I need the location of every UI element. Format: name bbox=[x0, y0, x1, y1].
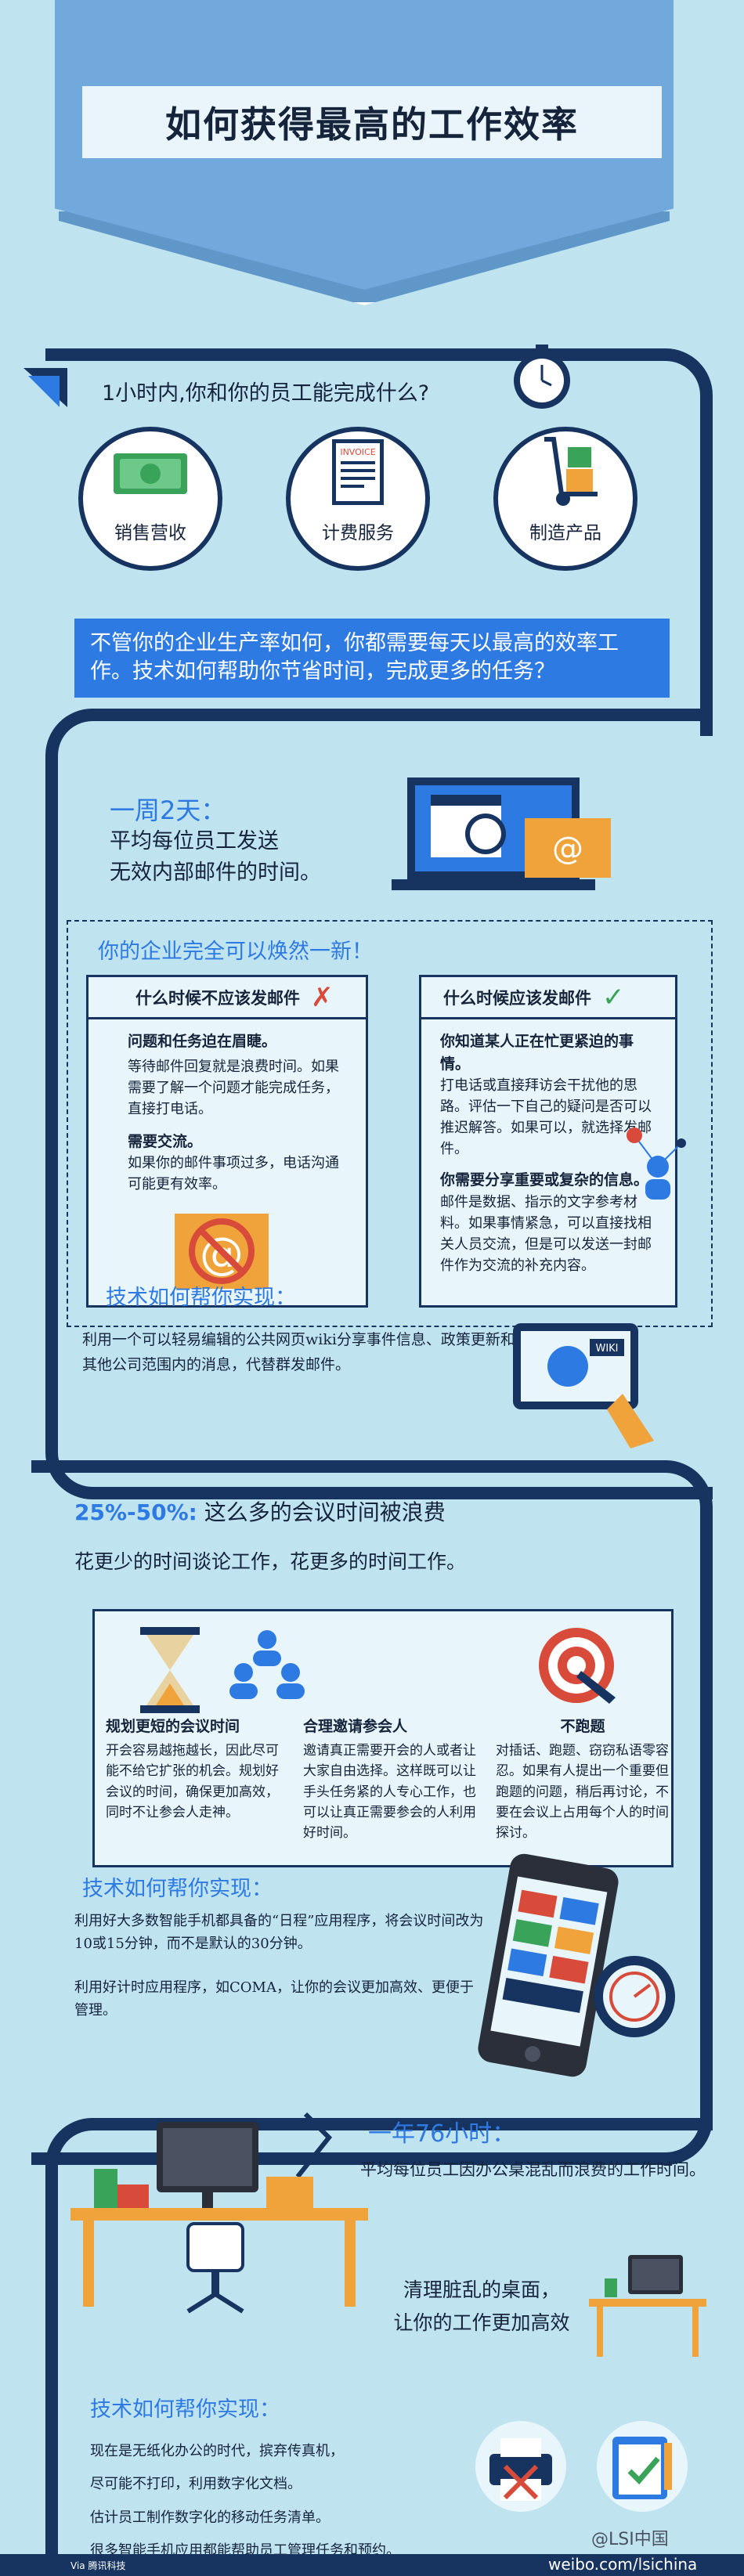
section3-tech-p1: 利用好大多数智能手机都具备的“日程”应用程序，将会议时间改为10或15分钟，而不… bbox=[74, 1913, 484, 1952]
circle-label: 计费服务 bbox=[322, 523, 394, 543]
hand-truck-icon bbox=[544, 437, 598, 506]
source-credit: Via 腾讯科技 bbox=[70, 2560, 126, 2571]
when-yes-title: 什么时候应该发邮件 bbox=[443, 988, 591, 1008]
invoice-icon: INVOICE bbox=[332, 439, 384, 505]
meeting-col-text: 对插话、跑题、窃窃私语零容忍。如果有人提出一个重要但跑题的问题，稍后再讨论，不要… bbox=[496, 1743, 669, 1842]
invoice-text: INVOICE bbox=[340, 447, 375, 457]
section3-sub: 花更少的时间谈论工作，花更多的时间工作。 bbox=[74, 1550, 467, 1573]
money-icon bbox=[114, 453, 187, 494]
hourglass-icon bbox=[140, 1627, 200, 1716]
timer-icon bbox=[591, 1954, 677, 2040]
clock-icon bbox=[509, 345, 575, 410]
network-icon bbox=[619, 1120, 697, 1214]
tablet-wiki-icon: WIKI bbox=[513, 1323, 662, 1449]
meeting-col-1: 规划更短的会议时间 开会容易越拖越长，因此尽可能不给它扩张的机会。规划好会议的时… bbox=[106, 1715, 286, 1823]
no-printer-icon bbox=[474, 2419, 568, 2513]
when-not-p2: 如果你的邮件事项过多，电话沟通可能更有效率。 bbox=[128, 1155, 339, 1192]
circle-manufacturing: 制造产品 bbox=[493, 427, 637, 571]
wiki-text: WIKI bbox=[595, 1343, 618, 1355]
when-not-p1-title: 问题和任务迫在眉睫。 bbox=[128, 1033, 277, 1050]
title-bar: 如何获得最高的工作效率 bbox=[82, 86, 662, 158]
meeting-col-3: 不跑题 对插话、跑题、窃窃私语零容忍。如果有人提出一个重要但跑题的问题，稍后再讨… bbox=[496, 1715, 670, 1844]
watermark-url: weibo.com/lsichina bbox=[548, 2555, 698, 2574]
messy-desk-icon bbox=[70, 2106, 368, 2318]
page-title: 如何获得最高的工作效率 bbox=[165, 103, 579, 146]
ribbon-stripe bbox=[28, 376, 60, 407]
section3-heading-rest: 这么多的会议时间被浪费 bbox=[197, 1499, 446, 1525]
section4-tech-heading: 技术如何帮你实现： bbox=[90, 2397, 280, 2422]
section3-heading: 25%-50%: 这么多的会议时间被浪费 bbox=[74, 1495, 446, 1527]
when-not-title: 什么时候不应该发邮件 bbox=[135, 988, 300, 1008]
section1-summary: 不管你的企业生产率如何，你都需要每天以最高的效率工作。技术如何帮助你节省时间，完… bbox=[74, 619, 670, 698]
section2-tech-text: 利用一个可以轻易编辑的公共网页wiki分享事件信息、政策更新和其他公司范围内的消… bbox=[82, 1331, 515, 1374]
section3-tech-heading: 技术如何帮你实现： bbox=[82, 1877, 273, 1901]
people-icon bbox=[212, 1627, 322, 1716]
section2-line2: 无效内部邮件的时间。 bbox=[110, 860, 321, 885]
when-not-p1: 等待邮件回复就是浪费时间。如果需要了解一个问题才能完成任务，直接打电话。 bbox=[128, 1058, 339, 1117]
circle-label: 制造产品 bbox=[529, 523, 601, 543]
when-not-header: 什么时候不应该发邮件 ✗ bbox=[88, 977, 366, 1019]
target-icon bbox=[537, 1622, 623, 1712]
meeting-col-2: 合理邀请参会人 邀请真正需要开会的人或者让大家自由选择。这样既可以让手头任务紧的… bbox=[303, 1715, 483, 1844]
meeting-col-text: 邀请真正需要开会的人或者让大家自由选择。这样既可以让手头任务紧的人专心工作，也可… bbox=[303, 1743, 476, 1842]
when-not-p2-title: 需要交流。 bbox=[128, 1132, 203, 1150]
meeting-col-title: 合理邀请参会人 bbox=[303, 1718, 408, 1735]
section2-line1: 平均每位员工发送 bbox=[110, 829, 279, 853]
meeting-col-title: 不跑题 bbox=[560, 1718, 605, 1735]
section4-tech-lines: 现在是无纸化办公的时代，摈弃传真机， 尽可能不打印，利用数字化文档。 估计员工制… bbox=[90, 2435, 497, 2567]
section3-tech-p2: 利用好计时应用程序，如COMA，让你的会议更加高效、更便于管理。 bbox=[74, 1979, 474, 2019]
section3-percent: 25%-50%: bbox=[74, 1499, 197, 1525]
check-mark-icon: ✓ bbox=[602, 981, 625, 1013]
svg-text:@: @ bbox=[552, 831, 583, 867]
laptop-icon: @ bbox=[384, 771, 619, 904]
when-yes-p1-title: 你知道某人正在忙更紧迫的事情。 bbox=[440, 1033, 634, 1073]
meeting-col-title: 规划更短的会议时间 bbox=[106, 1718, 240, 1735]
tech-line: 估计员工制作数字化的移动任务清单。 bbox=[90, 2509, 330, 2526]
section4-line: 平均每位员工因办公桌混乱而浪费的工作时间。 bbox=[360, 2160, 706, 2179]
clean-line1: 清理脏乱的桌面， bbox=[403, 2278, 560, 2301]
watermark-handle: @LSI中国 bbox=[591, 2530, 669, 2549]
clean-desk-text: 清理脏乱的桌面， 让你的工作更加高效 bbox=[388, 2275, 576, 2336]
circle-billing: INVOICE 计费服务 bbox=[286, 427, 430, 571]
when-not-card: 什么时候不应该发邮件 ✗ 问题和任务迫在眉睫。 等待邮件回复就是浪费时间。如果需… bbox=[86, 975, 368, 1308]
clipboard-check-icon bbox=[595, 2419, 689, 2513]
when-yes-header: 什么时候应该发邮件 ✓ bbox=[421, 977, 675, 1019]
meeting-tips-card: 规划更短的会议时间 开会容易越拖越长，因此尽可能不给它扩张的机会。规划好会议的时… bbox=[92, 1609, 674, 1867]
tech-line: 尽可能不打印，利用数字化文档。 bbox=[90, 2476, 302, 2493]
section2-heading: 一周2天： bbox=[110, 796, 226, 825]
meeting-col-text: 开会容易越拖越长，因此尽可能不给它扩张的机会。规划好会议的时间，确保更加高效，同… bbox=[106, 1743, 279, 1821]
clean-desk-icon bbox=[589, 2247, 706, 2365]
email-subheading: 你的企业完全可以焕然一新！ bbox=[98, 940, 373, 964]
tech-line: 现在是无纸化办公的时代，摈弃传真机， bbox=[90, 2443, 344, 2459]
x-mark-icon: ✗ bbox=[311, 981, 334, 1013]
circle-sales: 销售营收 bbox=[78, 427, 222, 571]
clean-line2: 让你的工作更加高效 bbox=[393, 2311, 570, 2334]
circle-label: 销售营收 bbox=[114, 523, 186, 543]
section1-question: 1小时内,你和你的员工能完成什么? bbox=[102, 381, 430, 406]
section4-heading: 一年76小时： bbox=[368, 2120, 516, 2148]
section2-tech-heading: 技术如何帮你实现： bbox=[106, 1286, 296, 1310]
